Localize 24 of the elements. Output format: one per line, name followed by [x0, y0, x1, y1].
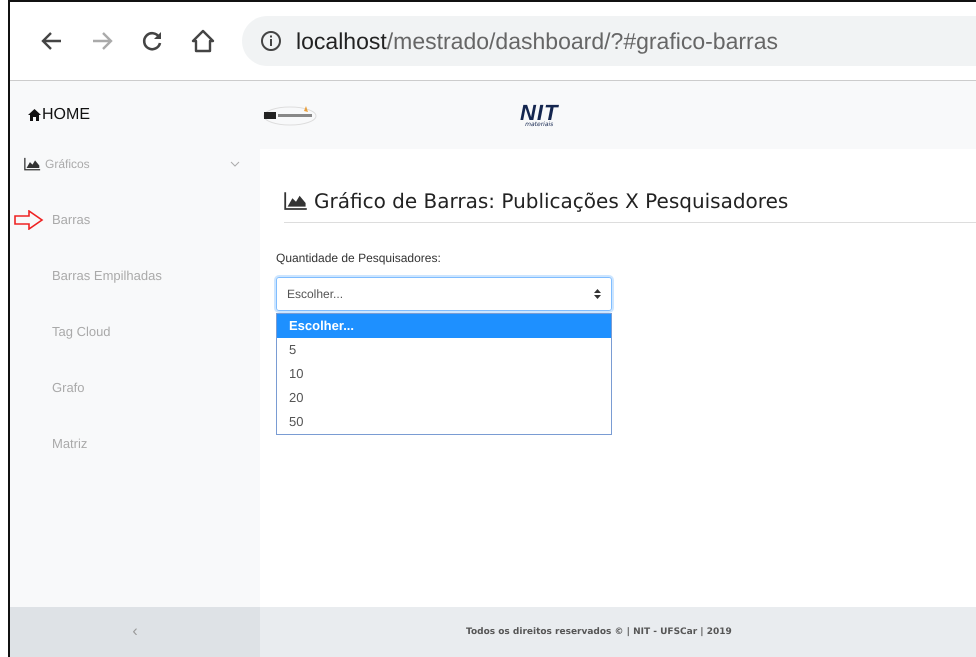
info-icon	[260, 30, 282, 52]
address-bar[interactable]: localhost/mestrado/dashboard/?#grafico-barras	[242, 16, 976, 66]
sidebar-item[interactable]: Matriz	[10, 415, 260, 471]
area-chart-icon	[24, 157, 41, 171]
sort-caret-icon	[594, 289, 601, 299]
footer-text: Todos os direitos reservados © | NIT - UFSCar | 2019	[466, 627, 732, 637]
sidebar-item[interactable]: Grafo	[10, 359, 260, 415]
reload-icon[interactable]	[140, 29, 164, 53]
dropdown-option[interactable]: Escolher...	[277, 314, 611, 338]
sidebar-item[interactable]: Tag Cloud	[10, 303, 260, 359]
home-icon[interactable]	[190, 28, 216, 54]
area-chart-icon	[284, 191, 308, 211]
group-label: Gráficos	[45, 157, 91, 171]
sidebar-item[interactable]: Barras Empilhadas	[10, 247, 260, 303]
select-field[interactable]: Escolher...	[276, 277, 612, 311]
sidebar-group[interactable]: Gráficos	[10, 149, 260, 179]
title-text: Gráfico de Barras: Publicações X Pesquisadores	[314, 189, 788, 213]
url-path: /mestrado/dashboard/?#grafico-barras	[386, 28, 778, 54]
sidebar-item[interactable]: Barras	[10, 191, 260, 247]
url-host: localhost	[296, 28, 387, 54]
home-link[interactable]: HOME	[10, 106, 260, 124]
home-icon	[28, 109, 41, 121]
field-label: Quantidade de Pesquisadores:	[276, 251, 442, 265]
collapse-button[interactable]: ‹	[128, 623, 142, 641]
